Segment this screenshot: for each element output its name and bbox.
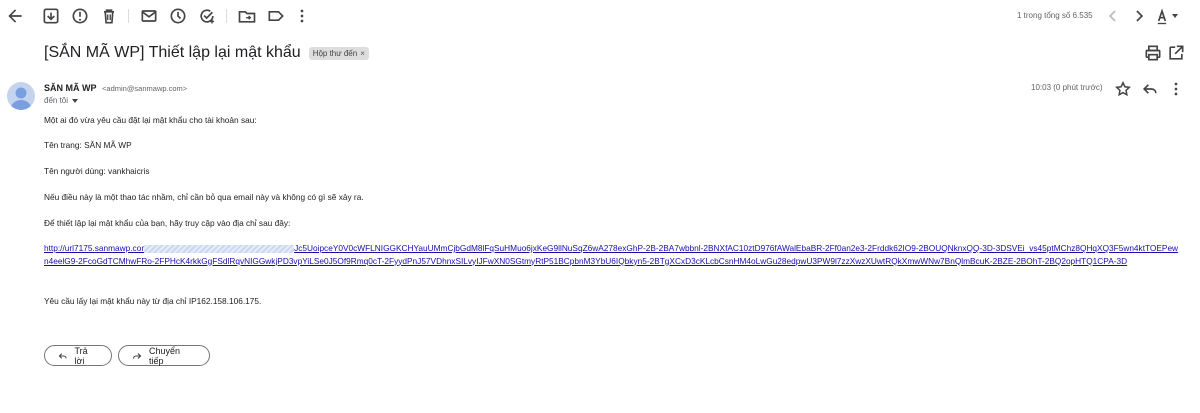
- email-subject-row: [SẮN MÃ WP] Thiết lập lại mật khẩu Hộp t…: [44, 44, 369, 62]
- chevron-right-icon[interactable]: [1129, 6, 1149, 26]
- forward-icon: [132, 352, 142, 359]
- report-spam-icon[interactable]: [70, 6, 90, 26]
- delete-icon[interactable]: [99, 6, 119, 26]
- archive-icon[interactable]: [41, 6, 61, 26]
- print-icon[interactable]: [1143, 43, 1163, 63]
- reply-button[interactable]: Trả lời: [44, 345, 112, 366]
- body-paragraph: Tên trang: SĂN MÃ WP: [44, 140, 132, 150]
- back-arrow-icon[interactable]: [5, 6, 25, 26]
- chevron-left-icon[interactable]: [1103, 6, 1123, 26]
- input-tools-icon[interactable]: [1152, 6, 1172, 26]
- body-paragraph: Một ai đó vừa yêu cầu đặt lại mật khẩu c…: [44, 115, 257, 125]
- label-icon[interactable]: [266, 6, 286, 26]
- star-icon[interactable]: [1113, 79, 1133, 99]
- inbox-label-text: Hộp thư đến: [312, 48, 358, 58]
- sender-avatar[interactable]: [7, 82, 35, 110]
- person-icon: [10, 87, 32, 110]
- reset-password-link[interactable]: http://url7175.sanmawp.cor Jc5UoipceY0V0c…: [44, 242, 1180, 267]
- body-paragraph: Yêu cầu lấy lại mật khẩu này từ địa chỉ …: [44, 296, 262, 306]
- add-to-tasks-icon[interactable]: [197, 6, 217, 26]
- move-to-folder-icon[interactable]: [237, 6, 257, 26]
- link-start[interactable]: http://url7175.sanmawp.cor: [44, 243, 144, 253]
- recipient-text: đến tôi: [44, 96, 69, 105]
- snooze-icon[interactable]: [168, 6, 188, 26]
- email-subject: [SẮN MÃ WP] Thiết lập lại mật khẩu: [44, 44, 301, 61]
- inbox-label-chip[interactable]: Hộp thư đến ×: [308, 46, 369, 60]
- forward-label: Chuyển tiếp: [148, 345, 181, 366]
- body-paragraph: Tên người dùng: vankhaicris: [44, 166, 150, 176]
- toolbar-divider: [226, 9, 227, 23]
- remove-label-icon[interactable]: ×: [360, 49, 365, 58]
- toolbar-divider: [128, 9, 129, 23]
- reply-label: Trả lời: [74, 345, 88, 366]
- reply-icon: [58, 352, 67, 359]
- forward-button[interactable]: Chuyển tiếp: [118, 345, 210, 366]
- chevron-down-icon[interactable]: [72, 98, 79, 103]
- redacted-url-segment: [144, 244, 295, 253]
- open-in-new-window-icon[interactable]: [1166, 43, 1186, 63]
- recipient-line[interactable]: đến tôi: [44, 96, 79, 105]
- more-vert-icon[interactable]: [292, 6, 312, 26]
- sender-line: SĂN MÃ WP <admin@sanmawp.com>: [44, 83, 187, 93]
- mark-unread-icon[interactable]: [139, 6, 159, 26]
- sender-email: <admin@sanmawp.com>: [102, 84, 188, 93]
- body-paragraph: Nếu điều này là một thao tác nhầm, chỉ c…: [44, 192, 364, 202]
- reply-icon[interactable]: [1140, 79, 1160, 99]
- email-time: 10:03 (0 phút trước): [1031, 83, 1103, 92]
- chevron-down-icon[interactable]: [1172, 14, 1178, 18]
- more-vert-icon[interactable]: [1166, 79, 1186, 99]
- sender-name[interactable]: SĂN MÃ WP: [44, 83, 97, 93]
- pagination-text: 1 trong tổng số 6.535: [1017, 11, 1093, 20]
- body-paragraph: Để thiết lập lại mật khẩu của bạn, hãy t…: [44, 218, 291, 228]
